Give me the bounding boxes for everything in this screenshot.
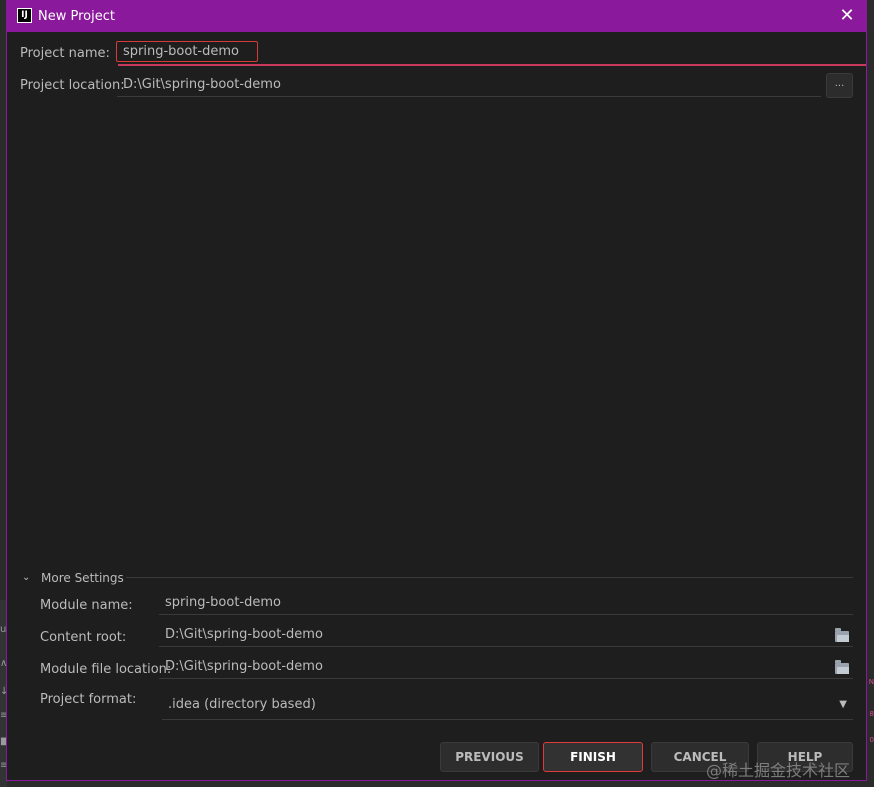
project-name-underline [118, 64, 866, 66]
project-name-input[interactable]: spring-boot-demo [117, 41, 259, 62]
finish-button[interactable]: FINISH [543, 742, 643, 772]
project-format-value: .idea (directory based) [168, 697, 316, 712]
content-root-input[interactable]: D:\Git\spring-boot-demo [159, 623, 853, 647]
dropdown-arrow-icon: ▼ [839, 699, 847, 710]
folder-icon[interactable] [835, 660, 849, 674]
title-bar[interactable]: IJ New Project ✕ [7, 1, 866, 32]
chevron-down-icon: ⌄ [22, 572, 31, 583]
project-format-label: Project format: [40, 692, 137, 707]
dialog-title: New Project [38, 9, 115, 24]
module-file-location-label: Module file location: [40, 662, 172, 677]
project-format-select[interactable]: .idea (directory based) ▼ [162, 690, 853, 720]
project-name-label: Project name: [20, 46, 110, 61]
background-ide-edge: N 8 0 [868, 678, 874, 744]
module-file-location-input[interactable]: D:\Git\spring-boot-demo [159, 655, 853, 679]
folder-icon[interactable] [835, 628, 849, 642]
intellij-logo-icon: IJ [17, 8, 32, 23]
project-location-label: Project location: [20, 78, 125, 93]
new-project-dialog: IJ New Project ✕ Project name: spring-bo… [6, 0, 867, 781]
module-name-input[interactable]: spring-boot-demo [159, 591, 853, 615]
previous-button[interactable]: PREVIOUS [440, 742, 539, 772]
watermark-text: @稀土掘金技术社区 [706, 761, 851, 780]
close-icon[interactable]: ✕ [836, 5, 858, 27]
more-settings-divider [126, 577, 853, 578]
module-name-label: Module name: [40, 598, 133, 613]
project-location-input[interactable]: D:\Git\spring-boot-demo [117, 73, 821, 97]
more-settings-label: More Settings [41, 571, 124, 585]
browse-location-button[interactable]: ... [826, 73, 853, 98]
content-root-label: Content root: [40, 630, 127, 645]
